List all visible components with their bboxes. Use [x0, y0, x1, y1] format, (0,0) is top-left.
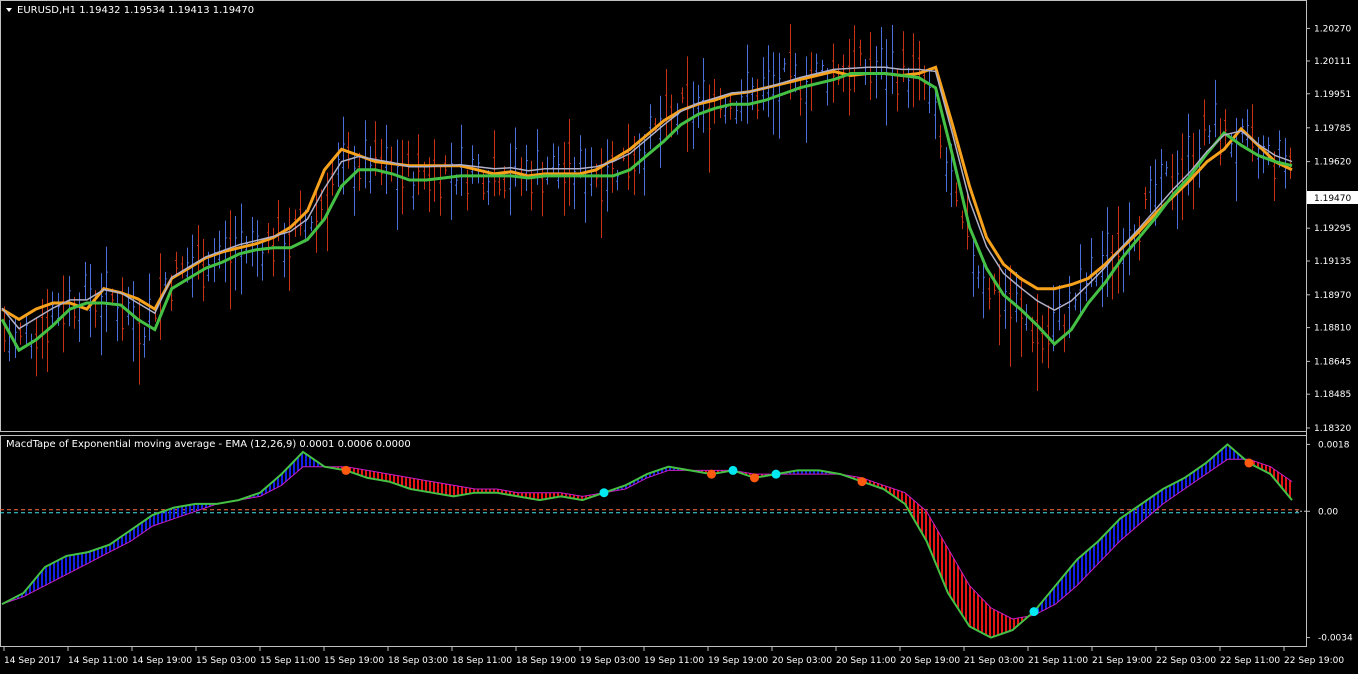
time-tick-label: 14 Sep 19:00: [132, 656, 192, 666]
time-tick-label: 18 Sep 19:00: [516, 656, 576, 666]
symbol-title[interactable]: EURUSD,H1 1.19432 1.19534 1.19413 1.1947…: [6, 5, 254, 16]
time-tick-label: 15 Sep 19:00: [324, 656, 384, 666]
time-tick-label: 22 Sep 11:00: [1220, 656, 1280, 666]
time-tick-label: 18 Sep 03:00: [388, 656, 448, 666]
price-tick-label: 1.20270: [1314, 24, 1351, 34]
time-axis: 14 Sep 2017 14 Sep 11:00 14 Sep 19:00 15 Se…: [3, 647, 1344, 666]
cross-down-dot: [857, 477, 867, 487]
cross-down-dot: [1244, 458, 1254, 468]
time-tick-label: 22 Sep 19:00: [1284, 656, 1344, 666]
time-tick-label: 22 Sep 03:00: [1156, 656, 1216, 666]
cross-up-dot: [771, 469, 781, 479]
time-tick-label: 19 Sep 19:00: [708, 656, 768, 666]
cross-down-dot: [750, 473, 759, 483]
time-tick-label: 20 Sep 03:00: [772, 656, 832, 666]
price-tick-label: 1.19295: [1314, 224, 1351, 234]
price-axis: 1.20270 1.20111 1.19951 1.19785 1.19620 1.192…: [1306, 24, 1351, 434]
time-tick-label: 19 Sep 11:00: [644, 656, 704, 666]
price-tick-label: 1.18810: [1314, 324, 1351, 334]
indicator-tick-label: -0.0034: [1318, 634, 1353, 644]
price-tick-label: 1.18970: [1314, 291, 1351, 301]
time-tick-label: 15 Sep 11:00: [260, 656, 320, 666]
cross-down-dot: [707, 469, 716, 479]
chart-window[interactable]: 1.20270 1.20111 1.19951 1.19785 1.19620 1.192…: [0, 0, 1358, 670]
time-tick-label: 21 Sep 11:00: [1028, 656, 1088, 666]
price-tick-label: 1.18320: [1314, 424, 1351, 434]
time-tick-label: 18 Sep 11:00: [452, 656, 512, 666]
indicator-title: MacdTape of Exponential moving average -…: [6, 439, 411, 450]
price-panel[interactable]: [0, 0, 1307, 432]
price-tick-label: 1.19135: [1314, 257, 1351, 267]
chart-canvas[interactable]: 1.20270 1.20111 1.19951 1.19785 1.19620 1.192…: [0, 0, 1358, 670]
time-tick-label: 19 Sep 03:00: [580, 656, 640, 666]
indicator-axis: 0.0018 0.00 -0.0034: [1306, 440, 1353, 644]
current-price-marker: 1.19470: [1307, 191, 1358, 204]
price-tick-label: 1.19951: [1314, 90, 1351, 100]
time-tick-label: 15 Sep 03:00: [196, 656, 256, 666]
time-tick-label: 20 Sep 19:00: [900, 656, 960, 666]
indicator-tick-label: 0.0018: [1318, 440, 1350, 450]
price-tick-label: 1.20111: [1314, 57, 1351, 67]
time-tick-label: 14 Sep 2017: [4, 656, 61, 666]
time-tick-label: 14 Sep 11:00: [68, 656, 128, 666]
time-tick-label: 21 Sep 19:00: [1092, 656, 1152, 666]
price-tick-label: 1.18485: [1314, 390, 1351, 400]
price-tick-label: 1.19620: [1314, 158, 1351, 168]
cross-up-dot: [599, 488, 609, 498]
indicator-tick-label: 0.00: [1318, 507, 1338, 517]
price-tick-label: 1.19785: [1314, 124, 1351, 134]
current-price-label: 1.19470: [1314, 194, 1351, 204]
cross-up-dot: [728, 465, 738, 475]
price-tick-label: 1.18645: [1314, 357, 1351, 367]
cross-up-dot: [1029, 607, 1039, 617]
time-tick-label: 21 Sep 03:00: [964, 656, 1024, 666]
cross-down-dot: [341, 465, 351, 475]
symbol-title-text: EURUSD,H1 1.19432 1.19534 1.19413 1.1947…: [17, 5, 254, 16]
time-tick-label: 20 Sep 11:00: [836, 656, 896, 666]
